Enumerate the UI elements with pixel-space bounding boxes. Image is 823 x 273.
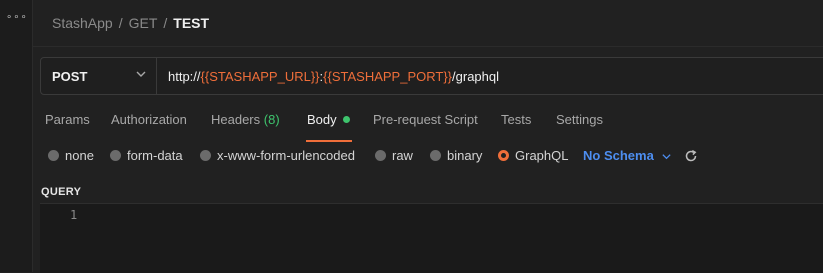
- radio-button: [375, 150, 386, 161]
- line-number: 1: [70, 208, 78, 222]
- tab-authorization[interactable]: Authorization: [111, 112, 187, 127]
- body-type-urlencoded[interactable]: x-www-form-urlencoded: [200, 148, 355, 163]
- url-input[interactable]: http://{{STASHAPP_URL}}:{{STASHAPP_PORT}…: [168, 69, 499, 84]
- body-active-dot: [342, 116, 350, 123]
- radio-button: [430, 150, 441, 161]
- tab-body[interactable]: Body: [307, 112, 350, 127]
- refresh-icon[interactable]: [684, 149, 698, 163]
- url-variable-port: {{STASHAPP_PORT}}: [323, 69, 453, 84]
- tab-params[interactable]: Params: [45, 112, 90, 127]
- breadcrumb-separator: /: [163, 15, 168, 31]
- tab-body-label: Body: [307, 112, 337, 127]
- method-label: POST: [52, 69, 88, 84]
- breadcrumb-collection[interactable]: StashApp: [52, 15, 113, 31]
- radio-button-selected: [498, 150, 509, 161]
- breadcrumb: StashApp / GET / TEST: [52, 15, 209, 31]
- tab-tests[interactable]: Tests: [501, 112, 531, 127]
- query-section-label: QUERY: [41, 186, 82, 198]
- tab-pre-request-script[interactable]: Pre-request Script: [373, 112, 478, 127]
- breadcrumb-request-name[interactable]: TEST: [173, 15, 209, 31]
- tab-headers[interactable]: Headers (8): [211, 112, 280, 127]
- radio-button: [200, 150, 211, 161]
- left-rail: ∘∘∘: [0, 0, 33, 272]
- chevron-down-icon[interactable]: [661, 151, 672, 162]
- method-select[interactable]: POST: [41, 58, 157, 94]
- query-editor[interactable]: 1: [40, 203, 823, 273]
- url-variable-host: {{STASHAPP_URL}}: [200, 69, 320, 84]
- url-path: /graphql: [452, 69, 500, 84]
- breadcrumb-separator: /: [118, 15, 123, 31]
- body-type-raw[interactable]: raw: [375, 148, 413, 163]
- header-divider: [33, 46, 823, 47]
- body-type-form-data[interactable]: form-data: [110, 148, 183, 163]
- radio-button: [48, 150, 59, 161]
- chevron-down-icon: [136, 71, 146, 77]
- url-prefix: http://: [168, 69, 201, 84]
- body-type-binary[interactable]: binary: [430, 148, 482, 163]
- body-type-none[interactable]: none: [48, 148, 94, 163]
- body-type-graphql[interactable]: GraphQL: [498, 148, 568, 163]
- headers-count-badge: (8): [263, 112, 280, 127]
- active-tab-indicator: [306, 140, 352, 142]
- tab-headers-label: Headers: [211, 112, 261, 127]
- radio-button: [110, 150, 121, 161]
- more-dots-icon[interactable]: ∘∘∘: [6, 12, 28, 23]
- request-bar: POST http://{{STASHAPP_URL}}:{{STASHAPP_…: [40, 57, 823, 95]
- tab-settings[interactable]: Settings: [556, 112, 603, 127]
- schema-select[interactable]: No Schema: [583, 148, 654, 163]
- breadcrumb-folder[interactable]: GET: [129, 15, 158, 31]
